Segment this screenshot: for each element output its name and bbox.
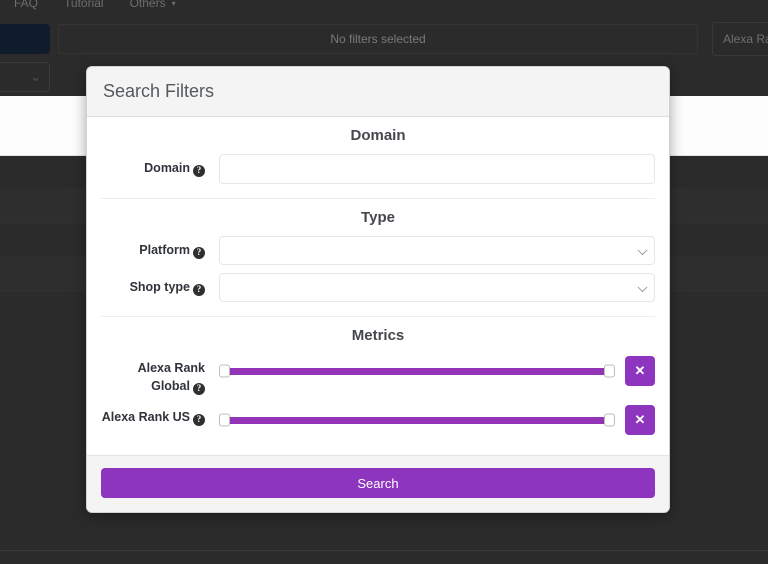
modal-footer: Search [87, 455, 669, 513]
control-domain [205, 154, 655, 184]
shop-type-select[interactable] [219, 273, 655, 302]
slider-handle-max[interactable] [604, 364, 615, 378]
column-chip-alexa-rank[interactable]: Alexa Rank [712, 22, 768, 56]
section-title-domain: Domain [350, 127, 406, 144]
top-nav: FAQ Tutorial Others ▾ [0, 0, 768, 14]
label-alexa-rank-us: Alexa Rank US? [101, 403, 205, 426]
label-domain-text: Domain [144, 161, 190, 175]
help-icon[interactable]: ? [193, 413, 205, 426]
filter-status-bar[interactable]: No filters selected [58, 24, 698, 54]
section-domain: Domain Domain? [101, 117, 655, 199]
field-row-alexa-rank-us: Alexa Rank US? ✕ [101, 403, 655, 436]
label-shop-type: Shop type? [101, 273, 205, 296]
sidebar-primary-button[interactable] [0, 24, 50, 54]
search-filters-modal: Search Filters Domain Domain? Type Platf… [86, 66, 670, 514]
help-icon[interactable]: ? [193, 164, 205, 177]
field-row-shop-type: Shop type? [101, 273, 655, 302]
modal-body: Domain Domain? Type Platform? Shop type … [87, 117, 669, 456]
clear-alexa-rank-global-button[interactable]: ✕ [625, 356, 655, 386]
column-chip-label: Alexa Rank [723, 32, 768, 46]
help-icon[interactable]: ? [193, 382, 205, 395]
nav-item-others[interactable]: Others [130, 0, 166, 10]
modal-title: Search Filters [103, 81, 215, 101]
nav-item-faq[interactable]: FAQ [14, 0, 38, 10]
label-domain: Domain? [101, 154, 205, 177]
alexa-rank-global-range-slider[interactable] [219, 361, 615, 381]
modal-header: Search Filters [87, 67, 669, 117]
section-title-type: Type [361, 209, 395, 226]
label-platform: Platform? [101, 236, 205, 259]
chevron-down-icon: ▾ [171, 0, 176, 8]
field-row-platform: Platform? [101, 236, 655, 265]
clear-alexa-rank-us-button[interactable]: ✕ [625, 405, 655, 436]
section-type: Type Platform? Shop type? [101, 199, 655, 317]
control-platform [205, 236, 655, 265]
control-alexa-rank-global: ✕ [205, 354, 655, 386]
label-platform-text: Platform [139, 243, 190, 257]
slider-handle-max[interactable] [604, 413, 615, 427]
nav-item-tutorial[interactable]: Tutorial [64, 0, 104, 10]
field-row-alexa-rank-global: Alexa Rank Global? ✕ [101, 354, 655, 395]
slider-track [224, 416, 610, 424]
label-alexa-rank-us-text: Alexa Rank US [101, 410, 190, 425]
chevron-down-icon: ⌄ [30, 69, 41, 84]
section-metrics: Metrics Alexa Rank Global? ✕ Alexa Rank … [101, 317, 655, 449]
control-shop-type [205, 273, 655, 302]
label-shop-type-text: Shop type [129, 280, 190, 294]
help-icon[interactable]: ? [193, 283, 205, 296]
slider-handle-min[interactable] [219, 413, 230, 427]
platform-select[interactable] [219, 236, 655, 265]
sidebar-dropdown[interactable]: ⌄ [0, 62, 50, 92]
slider-track [224, 367, 610, 375]
slider-handle-min[interactable] [219, 364, 230, 378]
control-alexa-rank-us: ✕ [205, 403, 655, 436]
help-icon[interactable]: ? [193, 246, 205, 259]
alexa-rank-us-range-slider[interactable] [219, 410, 615, 430]
domain-input[interactable] [219, 154, 655, 184]
label-alexa-rank-global: Alexa Rank Global? [101, 354, 205, 395]
section-title-metrics: Metrics [351, 327, 405, 344]
search-button[interactable]: Search [101, 468, 655, 499]
field-row-domain: Domain? [101, 154, 655, 184]
filter-status-text: No filters selected [330, 32, 426, 46]
footer-strip [0, 550, 768, 564]
